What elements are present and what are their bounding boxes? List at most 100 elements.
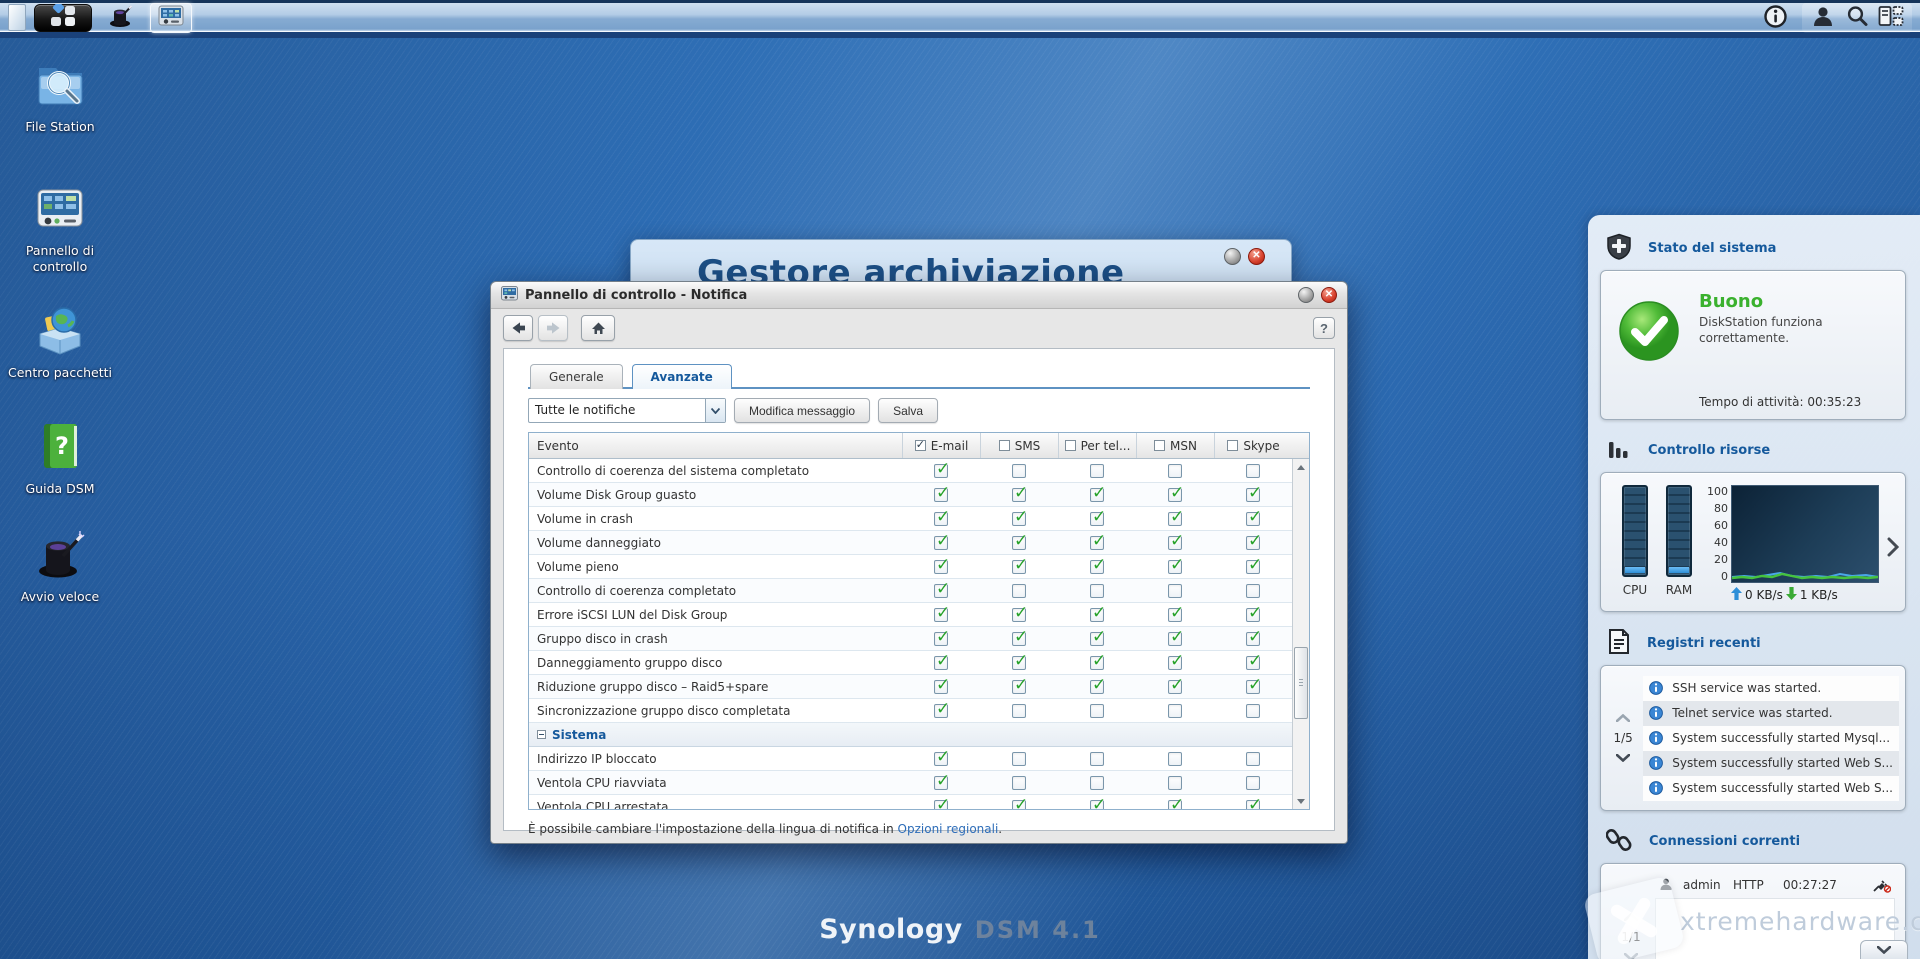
notification-checkbox[interactable] <box>1090 555 1106 575</box>
notification-checkbox[interactable] <box>1168 627 1184 647</box>
notification-checkbox[interactable] <box>1168 463 1182 478</box>
notification-checkbox[interactable] <box>1012 675 1028 695</box>
regional-options-link[interactable]: Opzioni regionali <box>898 822 999 836</box>
notification-checkbox[interactable] <box>1246 627 1262 647</box>
table-row[interactable]: Danneggiamento gruppo disco <box>529 651 1292 675</box>
notification-checkbox[interactable] <box>1090 603 1106 623</box>
notification-checkbox[interactable] <box>1246 483 1262 503</box>
table-row[interactable]: Ventola CPU riavviata <box>529 771 1292 795</box>
notification-checkbox[interactable] <box>1246 531 1262 551</box>
widget-panel-collapse-button[interactable] <box>1860 940 1908 959</box>
notification-checkbox[interactable] <box>1090 627 1106 647</box>
notification-checkbox[interactable] <box>1168 675 1184 695</box>
tab-generale[interactable]: Generale <box>530 364 623 389</box>
notification-checkbox[interactable] <box>1246 603 1262 623</box>
notification-checkbox[interactable] <box>1246 463 1260 478</box>
notification-checkbox[interactable] <box>1012 603 1028 623</box>
notification-checkbox[interactable] <box>1168 583 1182 598</box>
column-select-all-checkbox[interactable] <box>1227 440 1239 451</box>
notification-filter-select[interactable]: Tutte le notifiche <box>528 398 726 423</box>
table-row[interactable]: Gruppo disco in crash <box>529 627 1292 651</box>
taskbar-control-panel-button[interactable] <box>150 2 192 33</box>
notification-checkbox[interactable] <box>934 459 950 479</box>
notification-checkbox[interactable] <box>1012 507 1028 527</box>
notification-checkbox[interactable] <box>1012 463 1026 478</box>
table-row[interactable]: Ventola CPU arrestata <box>529 795 1292 809</box>
table-row[interactable]: Controllo di coerenza del sistema comple… <box>529 459 1292 483</box>
notification-checkbox[interactable] <box>1246 651 1262 671</box>
notification-checkbox[interactable] <box>1168 651 1184 671</box>
notification-checkbox[interactable] <box>1168 775 1182 790</box>
notification-checkbox[interactable] <box>1168 483 1184 503</box>
notification-checkbox[interactable] <box>934 531 950 551</box>
minimize-button[interactable] <box>1298 287 1314 303</box>
notification-checkbox[interactable] <box>1012 483 1028 503</box>
notification-checkbox[interactable] <box>1246 751 1260 766</box>
tab-avanzate[interactable]: Avanzate <box>631 364 732 389</box>
desktop-icon-dsm-help[interactable]: ? Guida DSM <box>6 420 114 497</box>
page-up-chevron[interactable] <box>1616 714 1631 722</box>
log-entry[interactable]: System successfully started Web S... <box>1643 775 1899 801</box>
notification-checkbox[interactable] <box>1090 751 1104 766</box>
home-button[interactable] <box>581 315 615 341</box>
notification-checkbox[interactable] <box>934 507 950 527</box>
notification-checkbox[interactable] <box>1090 675 1106 695</box>
info-button[interactable] <box>1758 3 1792 33</box>
notification-checkbox[interactable] <box>1168 751 1182 766</box>
notification-checkbox[interactable] <box>1090 483 1106 503</box>
notification-checkbox[interactable] <box>1168 555 1184 575</box>
close-button[interactable] <box>1321 287 1337 303</box>
table-row[interactable]: Errore iSCSI LUN del Disk Group <box>529 603 1292 627</box>
user-button[interactable] <box>1806 3 1840 33</box>
notification-checkbox[interactable] <box>1090 795 1106 809</box>
notification-checkbox[interactable] <box>934 555 950 575</box>
notification-checkbox[interactable] <box>934 795 950 809</box>
notification-checkbox[interactable] <box>934 579 950 599</box>
notification-checkbox[interactable] <box>1246 795 1262 809</box>
desktop-icon-control-panel[interactable]: Pannello di controllo <box>6 182 114 274</box>
log-entry[interactable]: SSH service was started. <box>1643 675 1899 701</box>
scroll-up-arrow[interactable] <box>1293 459 1309 475</box>
notification-checkbox[interactable] <box>1090 703 1104 718</box>
table-row[interactable]: Sincronizzazione gruppo disco completata <box>529 699 1292 723</box>
dialog-titlebar[interactable]: Pannello di controllo - Notifica <box>491 282 1347 309</box>
notification-checkbox[interactable] <box>1012 751 1026 766</box>
table-row[interactable]: Volume Disk Group guasto <box>529 483 1292 507</box>
edit-message-button[interactable]: Modifica messaggio <box>734 398 871 423</box>
notification-checkbox[interactable] <box>934 699 950 719</box>
notification-checkbox[interactable] <box>1090 651 1106 671</box>
disconnect-icon[interactable] <box>1873 878 1891 893</box>
desktop-icon-package-center[interactable]: Centro pacchetti <box>6 302 114 381</box>
notification-checkbox[interactable] <box>1246 703 1260 718</box>
table-row[interactable]: Indirizzo IP bloccato <box>529 747 1292 771</box>
help-button[interactable]: ? <box>1313 317 1335 339</box>
notification-checkbox[interactable] <box>1246 507 1262 527</box>
page-up-chevron[interactable] <box>1624 913 1638 921</box>
notification-checkbox[interactable] <box>1090 775 1104 790</box>
notification-checkbox[interactable] <box>934 483 950 503</box>
table-scrollbar[interactable] <box>1292 459 1309 809</box>
notification-checkbox[interactable] <box>1090 507 1106 527</box>
notification-checkbox[interactable] <box>1246 775 1260 790</box>
log-entry[interactable]: System successfully started Web S... <box>1643 750 1899 776</box>
minimize-button[interactable] <box>1224 248 1241 265</box>
log-entry[interactable]: System successfully started Mysql... <box>1643 725 1899 751</box>
table-row[interactable]: Volume in crash <box>529 507 1292 531</box>
log-entry[interactable]: Telnet service was started. <box>1643 700 1899 726</box>
desktop-icon-quick-start[interactable]: Avvio veloce <box>6 528 114 605</box>
column-header-e-mail[interactable]: E-mail <box>902 433 980 458</box>
notification-checkbox[interactable] <box>1090 583 1104 598</box>
desktop-icon-file-station[interactable]: File Station <box>6 56 114 135</box>
notification-checkbox[interactable] <box>1012 627 1028 647</box>
forward-button[interactable] <box>538 315 568 341</box>
group-row-sistema[interactable]: Sistema <box>529 723 1292 747</box>
notification-checkbox[interactable] <box>1168 795 1184 809</box>
notification-checkbox[interactable] <box>934 603 950 623</box>
connection-row[interactable]: admin HTTP 00:27:27 <box>1653 872 1897 898</box>
pilot-view-button[interactable] <box>1874 3 1908 33</box>
taskbar-quick-launch-button[interactable] <box>100 3 142 33</box>
notification-checkbox[interactable] <box>1012 775 1026 790</box>
notification-checkbox[interactable] <box>1168 703 1182 718</box>
scrollbar-thumb[interactable] <box>1294 647 1308 719</box>
collapse-group-icon[interactable] <box>537 730 546 739</box>
